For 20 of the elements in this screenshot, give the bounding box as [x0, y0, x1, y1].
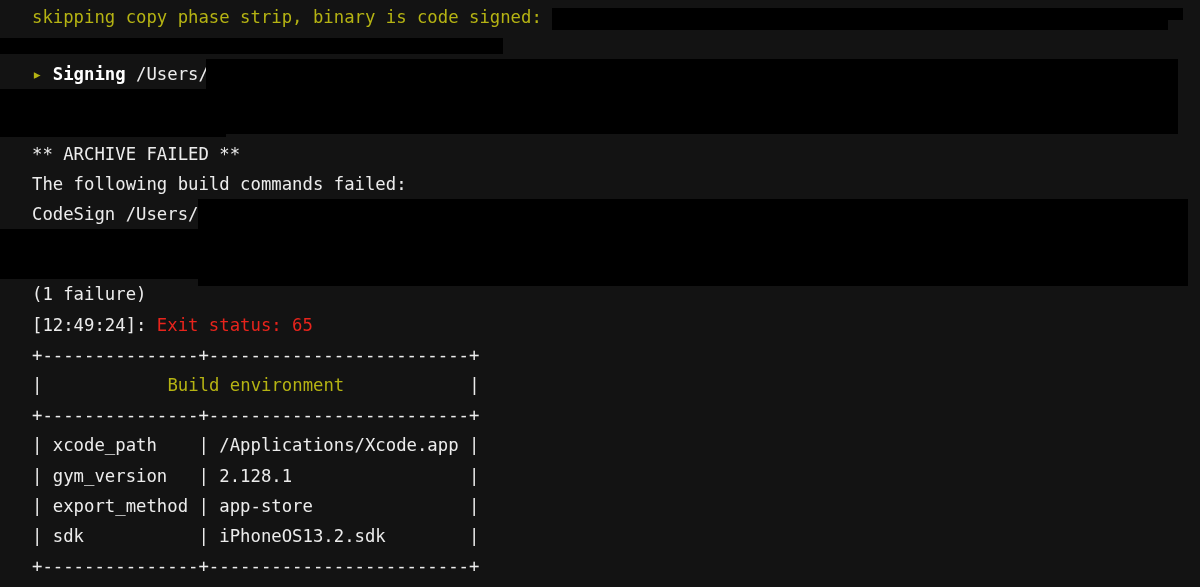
log-text: | xcode_path | /Applications/Xcode.app |	[32, 434, 480, 458]
log-text: Signing	[52, 63, 126, 86]
log-text: [12:49:24]:	[32, 313, 147, 337]
log-text: CodeSign /Users/	[32, 203, 199, 227]
log-text: /Users/	[136, 63, 209, 86]
log-text: The following build commands failed:	[32, 173, 407, 197]
log-text: | sdk | iPhoneOS13.2.sdk |	[32, 524, 480, 548]
log-text: |	[32, 373, 43, 397]
log-text: (1 failure)	[32, 283, 147, 307]
log-text: +---------------+-------------------------+	[32, 555, 480, 579]
log-text: +---------------+-------------------------+	[32, 404, 480, 428]
log-text: ** ARCHIVE FAILED **	[32, 143, 241, 166]
log-text: | export_method | app-store |	[32, 494, 480, 518]
log-text: +---------------+-------------------------+	[32, 343, 480, 367]
error-text: Exit status: 65	[156, 313, 313, 337]
log-text: Build environment	[167, 373, 345, 397]
log-text: |	[469, 373, 480, 397]
log-text: skipping copy phase strip, binary is code signed:	[32, 6, 542, 29]
log-text: | gym_version | 2.128.1 |	[32, 464, 480, 488]
log-text: ▸	[32, 63, 43, 86]
